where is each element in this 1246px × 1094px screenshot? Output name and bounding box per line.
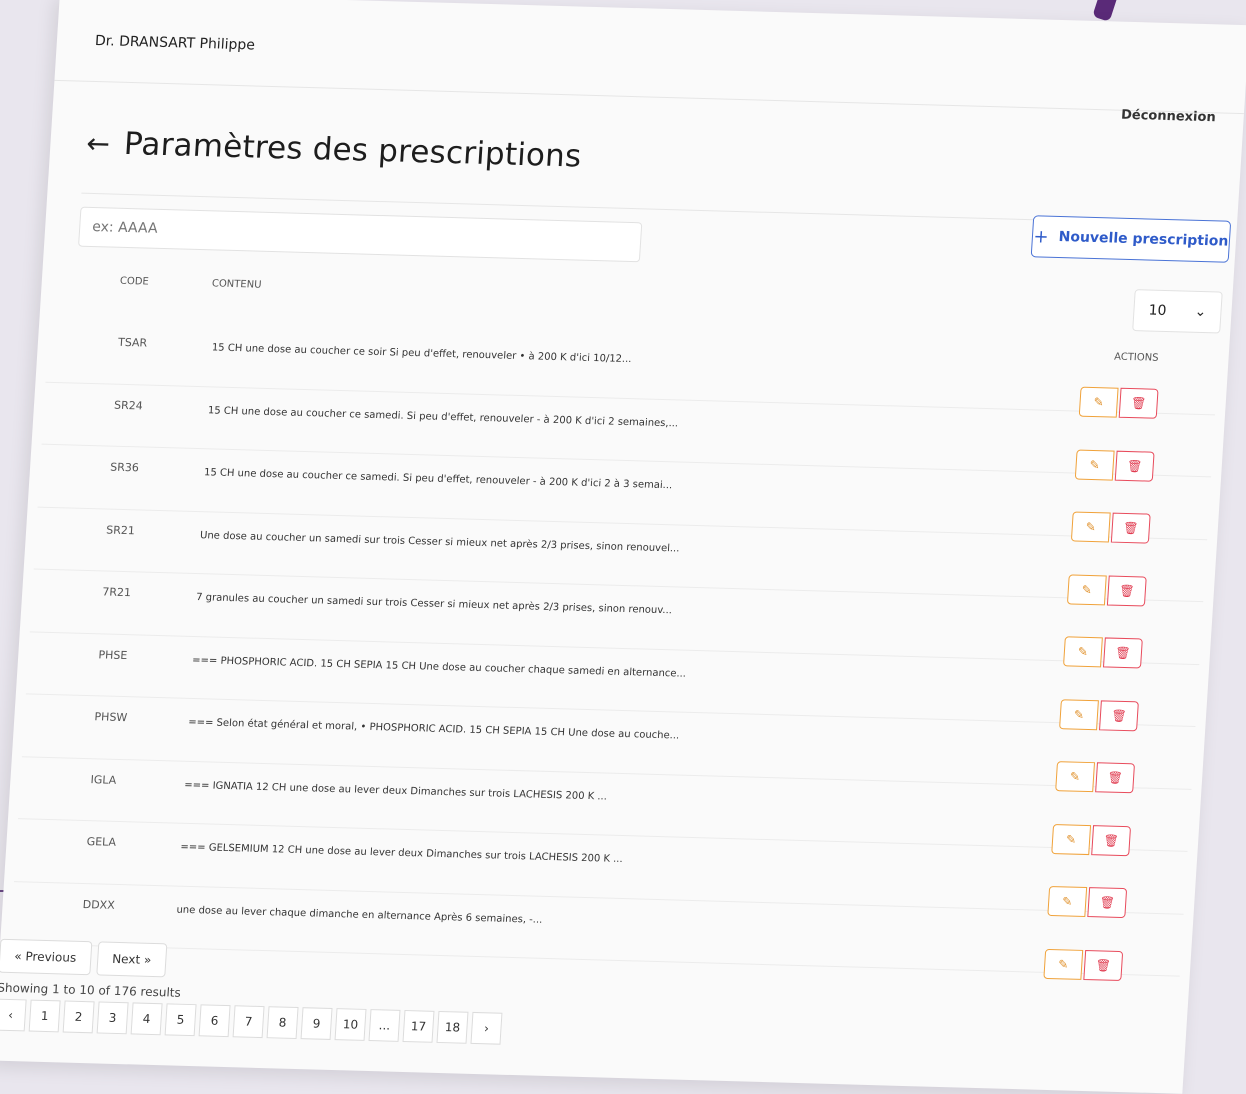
row-code: TSAR [117,335,148,350]
back-arrow-icon[interactable]: ← [86,126,112,160]
pencil-icon: ✎ [1057,956,1069,972]
row-content: === GELSEMIUM 12 CH une dose au lever de… [180,841,624,866]
prescription-table: TSAR 15 CH une dose au coucher ce soir S… [10,319,1219,981]
trash-icon: 🗑 [1110,708,1128,723]
chevron-down-icon: ⌄ [1194,303,1207,321]
page-number[interactable]: 8 [266,1006,299,1040]
page-number[interactable]: 7 [232,1005,265,1039]
pencil-icon: ✎ [1065,831,1077,847]
page-number[interactable]: 1 [28,999,61,1033]
page-number[interactable]: 17 [402,1010,435,1043]
trash-icon: 🗑 [1122,520,1139,536]
app-window: Dr. DRANSART Philippe Déconnexion ← Para… [0,0,1246,1094]
column-header-code: CODE [119,275,150,288]
page-number[interactable]: 9 [300,1007,333,1040]
row-code: SR21 [105,523,136,537]
edit-button[interactable]: ✎ [1043,948,1084,980]
row-content: une dose au lever chaque dimanche en alt… [176,904,543,926]
pencil-icon: ✎ [1073,707,1085,722]
top-bar: Dr. DRANSART Philippe [54,0,1246,115]
row-code: GELA [86,835,117,849]
pencil-icon: ✎ [1077,644,1089,659]
row-content: === IGNATIA 12 CH une dose au lever deux… [184,779,608,803]
next-button[interactable]: Next » [96,941,168,978]
trash-icon: 🗑 [1118,583,1135,598]
page-ellipsis: ... [368,1009,401,1042]
next-page-chevron-icon[interactable]: › [470,1011,503,1045]
new-prescription-button[interactable]: + Nouvelle prescription [1030,215,1232,263]
trash-icon: 🗑 [1095,957,1112,973]
trash-icon: 🗑 [1107,770,1124,785]
trash-icon: 🗑 [1099,895,1116,910]
row-code: SR24 [113,398,144,412]
page-number[interactable]: 18 [436,1010,469,1044]
pencil-icon: ✎ [1069,769,1081,784]
column-header-content: CONTENU [211,278,262,291]
row-code: SR36 [109,460,140,475]
pencil-icon: ✎ [1081,582,1093,597]
background-decoration [1092,0,1122,22]
page-number[interactable]: 4 [130,1002,163,1036]
simple-pagination: « Previous Next » [0,938,168,978]
pencil-icon: ✎ [1085,519,1097,535]
page-number[interactable]: 5 [164,1003,197,1037]
page-number[interactable]: 6 [198,1004,231,1038]
prev-page-chevron-icon[interactable]: ‹ [0,998,27,1032]
row-content: Une dose au coucher un samedi sur trois … [199,529,680,555]
row-content: === PHOSPHORIC ACID. 15 CH SEPIA 15 CH U… [191,654,687,680]
row-code: DDXX [82,897,116,912]
page-number-pagination: ‹ 1 2 3 4 5 6 7 8 9 10 ... 17 18 › [0,998,503,1045]
page-size-value: 10 [1148,302,1167,320]
row-code: PHSE [98,647,128,662]
pencil-icon: ✎ [1093,395,1105,410]
trash-icon: 🗑 [1103,832,1120,848]
search-input[interactable] [78,206,643,263]
page-size-select[interactable]: 10 ⌄ [1132,289,1223,334]
new-prescription-label: Nouvelle prescription [1058,228,1229,250]
trash-icon: 🗑 [1126,458,1143,473]
pencil-icon: ✎ [1061,894,1073,909]
row-code: PHSW [94,710,128,725]
page-number[interactable]: 10 [334,1008,367,1041]
row-content: === Selon état général et moral, • PHOSP… [187,716,680,742]
results-summary: Showing 1 to 10 of 176 results [0,980,182,1000]
previous-button[interactable]: « Previous [0,938,93,976]
plus-icon: + [1032,225,1050,248]
row-content: 15 CH une dose au coucher ce samedi. Si … [203,467,673,492]
row-content: 7 granules au coucher un samedi sur troi… [195,592,673,617]
page-number[interactable]: 3 [96,1001,129,1035]
logout-link[interactable]: Déconnexion [1121,108,1217,126]
page-header: ← Paramètres des prescriptions [85,125,583,175]
delete-button[interactable]: 🗑 [1083,949,1124,981]
page-title: Paramètres des prescriptions [122,125,583,175]
row-code: IGLA [90,772,117,787]
trash-icon: 🗑 [1114,645,1131,661]
trash-icon: 🗑 [1130,396,1147,411]
page-number[interactable]: 2 [62,1000,95,1034]
row-code: 7R21 [101,585,132,600]
user-name: Dr. DRANSART Philippe [94,33,256,54]
row-actions: ✎ 🗑 [1043,948,1124,981]
row-content: 15 CH une dose au coucher ce samedi. Si … [207,404,679,429]
pencil-icon: ✎ [1089,457,1101,472]
row-content: 15 CH une dose au coucher ce soir Si peu… [211,342,632,366]
